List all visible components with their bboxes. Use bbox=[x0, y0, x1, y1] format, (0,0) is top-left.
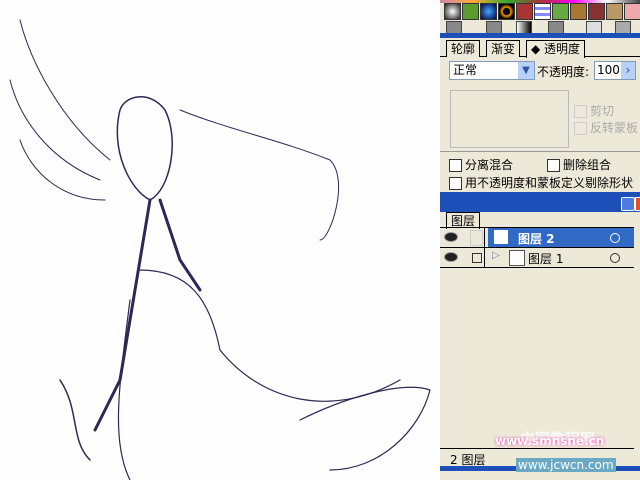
opacity-value: 100 bbox=[597, 63, 620, 77]
opacity-input[interactable]: 100 › bbox=[594, 61, 636, 80]
opacity-label: 不透明度: bbox=[537, 65, 590, 79]
tab-transparency-label: 透明度 bbox=[544, 42, 581, 56]
knockout-group-checkbox[interactable]: 删除组合 bbox=[547, 156, 611, 173]
layer-name: 图层 2 bbox=[518, 232, 555, 246]
clip-checkbox[interactable]: 剪切 bbox=[574, 102, 614, 119]
knockout-group-label: 删除组合 bbox=[563, 158, 612, 172]
isolate-blending-checkbox[interactable]: 分离混合 bbox=[449, 156, 513, 173]
layer-name: 图层 1 bbox=[528, 252, 564, 266]
invert-mask-checkbox[interactable]: 反转蒙板 bbox=[574, 119, 638, 136]
layer-row[interactable]: ▷ 图层 1 bbox=[440, 248, 634, 268]
chevron-down-icon: ▼ bbox=[518, 62, 534, 79]
expand-triangle-icon[interactable]: ▷ bbox=[492, 250, 500, 261]
clip-label: 剪切 bbox=[590, 104, 615, 118]
side-panels: 轮廓 渐变 ◆ 透明度 正常 ▼ 不透明度: 100 › 剪切 反转蒙板 分离混… bbox=[440, 0, 640, 480]
tab-gradient[interactable]: 渐变 bbox=[486, 40, 521, 57]
lock-toggle[interactable] bbox=[470, 230, 483, 246]
close-button[interactable] bbox=[635, 197, 640, 211]
isolate-blending-label: 分离混合 bbox=[465, 158, 514, 172]
opacity-mask-knockout-label: 用不透明度和蒙板定义剔除形状 bbox=[465, 176, 634, 190]
eye-icon[interactable] bbox=[444, 252, 458, 262]
target-circle-icon[interactable] bbox=[610, 253, 620, 263]
blend-mode-select[interactable]: 正常 ▼ bbox=[449, 61, 535, 80]
target-circle-icon[interactable] bbox=[610, 233, 620, 243]
chevron-right-icon[interactable]: › bbox=[621, 62, 635, 79]
opacity-mask-thumbnail[interactable] bbox=[450, 90, 569, 148]
artboard-canvas[interactable] bbox=[0, 0, 440, 481]
eye-icon[interactable] bbox=[444, 232, 458, 242]
tab-stroke[interactable]: 轮廓 bbox=[446, 40, 481, 57]
layer-thumbnail bbox=[509, 250, 525, 266]
watermark-text: www.smnsne.cn bbox=[495, 434, 605, 448]
invert-mask-label: 反转蒙板 bbox=[590, 121, 639, 135]
minimize-button[interactable] bbox=[621, 197, 635, 211]
angel-sketch bbox=[9, 19, 431, 481]
opacity-mask-knockout-checkbox[interactable]: 用不透明度和蒙板定义剔除形状 bbox=[449, 174, 633, 191]
tab-transparency[interactable]: ◆ 透明度 bbox=[526, 40, 586, 58]
blend-mode-value: 正常 bbox=[453, 63, 478, 77]
watermark-text: 中国教程网 bbox=[520, 430, 596, 448]
layers-title-bar[interactable] bbox=[440, 192, 640, 212]
layer-thumbnail bbox=[494, 230, 508, 244]
layer-row[interactable]: 图层 2 bbox=[440, 228, 634, 248]
lock-icon[interactable] bbox=[472, 253, 482, 263]
